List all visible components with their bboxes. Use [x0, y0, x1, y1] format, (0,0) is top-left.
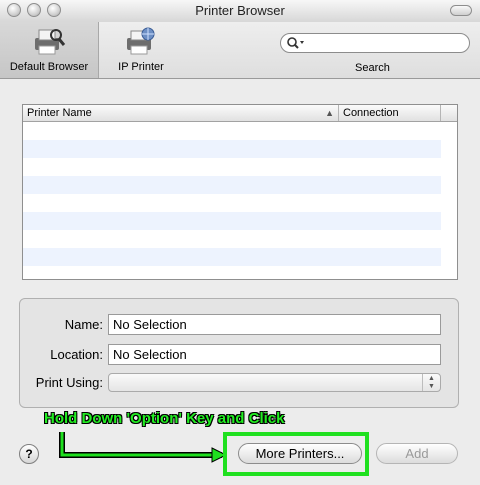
default-browser-icon: [35, 29, 66, 55]
help-button[interactable]: ?: [19, 444, 39, 464]
table-row[interactable]: [23, 248, 441, 266]
default-browser-label: Default Browser: [9, 61, 89, 73]
ip-printer-icon: [127, 27, 155, 55]
column-header-printer-name[interactable]: Printer Name ▲: [23, 105, 339, 121]
search-label: Search: [355, 62, 390, 74]
location-field[interactable]: No Selection: [108, 344, 441, 365]
ip-printer-label: IP Printer: [118, 61, 164, 73]
window-title: Printer Browser: [195, 3, 285, 18]
search-input[interactable]: [280, 33, 470, 53]
print-using-select[interactable]: ▲ ▼: [108, 373, 441, 392]
location-label: Location:: [50, 347, 103, 362]
table-rows: [23, 122, 441, 266]
name-label: Name:: [64, 317, 103, 332]
toolbar-toggle-button[interactable]: [450, 5, 472, 16]
table-row[interactable]: [23, 212, 441, 230]
popup-arrows-icon: ▲ ▼: [422, 374, 440, 391]
sort-ascending-icon: ▲: [325, 108, 334, 118]
table-row[interactable]: [23, 122, 441, 140]
print-using-label: Print Using:: [35, 375, 103, 390]
table-row[interactable]: [23, 194, 441, 212]
more-printers-button[interactable]: More Printers...: [238, 443, 362, 464]
add-button[interactable]: Add: [376, 443, 458, 464]
annotation-text: Hold Down 'Option' Key and Click: [44, 410, 285, 427]
title-bar[interactable]: Printer Browser: [0, 0, 480, 23]
default-browser-button[interactable]: Default Browser: [0, 22, 99, 78]
table-header: Printer Name ▲ Connection: [23, 105, 457, 122]
table-row[interactable]: [23, 158, 441, 176]
name-field[interactable]: No Selection: [108, 314, 441, 335]
printer-table[interactable]: Printer Name ▲ Connection: [22, 104, 458, 280]
table-row[interactable]: [23, 140, 441, 158]
printer-browser-window: Printer Browser Default Browser IP Print…: [0, 0, 480, 485]
table-row[interactable]: [23, 230, 441, 248]
table-row[interactable]: [23, 176, 441, 194]
search-icon: [287, 37, 304, 49]
column-header-connection[interactable]: Connection: [339, 105, 441, 121]
ip-printer-button[interactable]: IP Printer: [104, 22, 178, 78]
